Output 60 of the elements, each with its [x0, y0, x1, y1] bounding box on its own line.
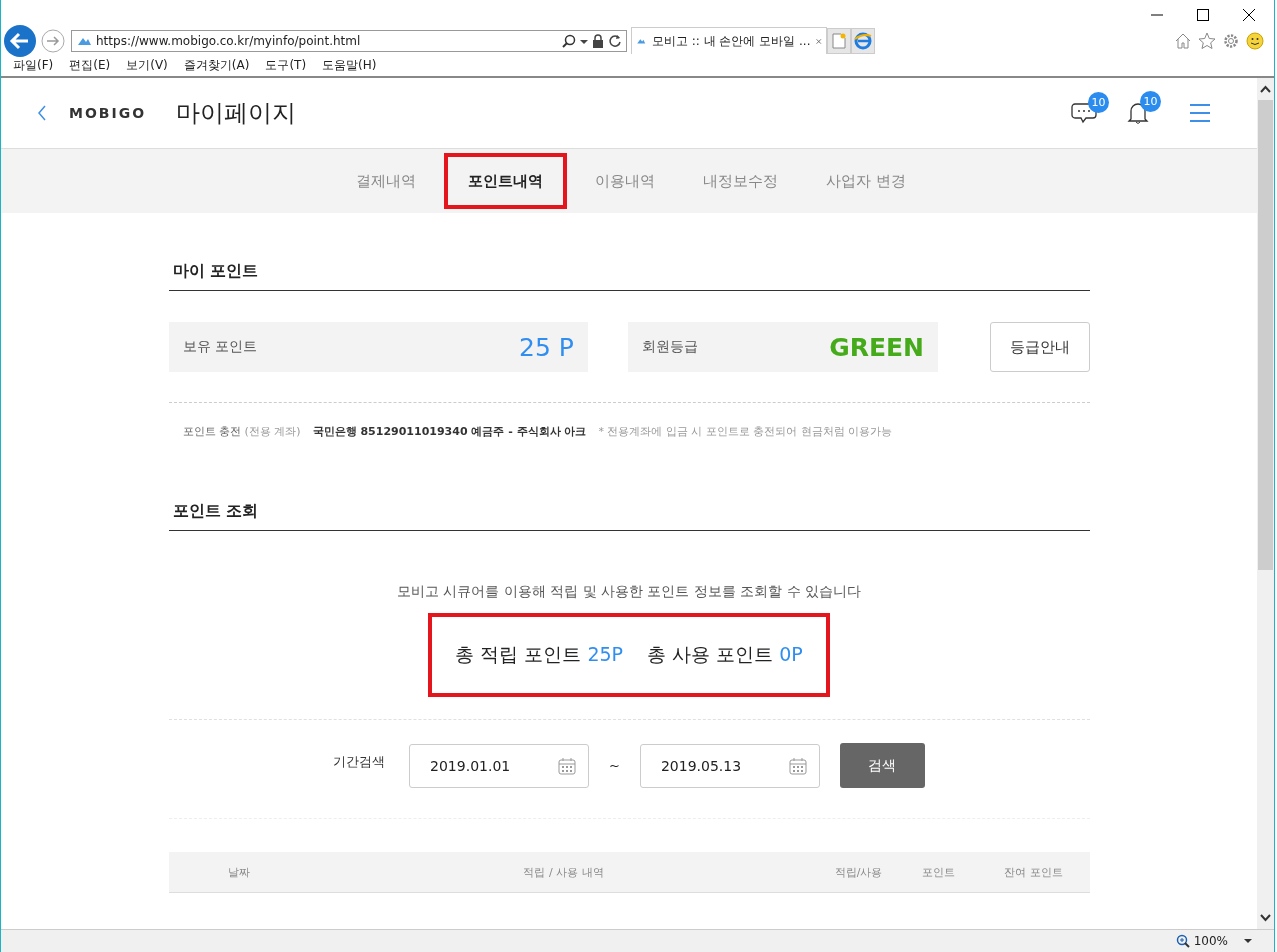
total-points: 총 사용 포인트 0P [647, 642, 803, 667]
calendar-icon [558, 756, 577, 775]
nav-tab[interactable]: 포인트내역 [444, 153, 568, 209]
notification-badge: 10 [1088, 92, 1109, 113]
calendar-icon [788, 756, 807, 775]
column-header: 잔여 포인트 [1003, 864, 1064, 880]
section-heading: 마이 포인트 [168, 213, 1090, 291]
lock-icon [592, 33, 604, 48]
account-info: 국민은행 85129011019340 예금주 - 주식회사 아크 [312, 424, 587, 439]
column-header: 포인트 [921, 864, 956, 880]
tab-title: 모비고 :: 내 손안에 모바일 ... [651, 32, 811, 50]
menu-item[interactable]: 도구(T) [257, 57, 315, 74]
settings-icon[interactable] [1222, 31, 1240, 50]
charge-label: 포인트 충전 (전용 계좌) [182, 424, 301, 439]
scrollbar[interactable] [1257, 78, 1274, 929]
dropdown-icon[interactable] [1244, 938, 1252, 944]
page-title: 마이페이지 [176, 98, 297, 129]
maximize-icon[interactable] [1196, 8, 1210, 22]
description-text: 모비고 시큐어를 이용해 적립 및 사용한 포인트 정보를 조회할 수 있습니다 [395, 583, 863, 601]
column-header: 적립/사용 [833, 864, 884, 880]
total-points: 총 적립 포인트 25P [455, 642, 624, 667]
menu-item[interactable]: 파일(F) [5, 57, 62, 74]
menu-item[interactable]: 보기(V) [118, 57, 176, 74]
column-header: 적립 / 사용 내역 [522, 864, 605, 880]
search-icon[interactable] [562, 33, 576, 48]
menu-item[interactable]: 도움말(H) [314, 57, 385, 74]
smiley-icon[interactable] [1246, 31, 1264, 50]
points-value: 25 P [519, 332, 574, 362]
edge-button[interactable] [851, 27, 875, 54]
search-button[interactable]: 검색 [839, 743, 925, 788]
browser-logo-icon [854, 31, 872, 50]
browser-tab[interactable]: 모비고 :: 내 손안에 모바일 ... [631, 27, 827, 54]
back-icon[interactable] [37, 105, 47, 121]
date-field[interactable]: 2019.05.13 [639, 743, 820, 788]
section-heading: 포인트 조회 [168, 439, 1090, 531]
zoom-level[interactable]: 100% [1193, 934, 1228, 948]
logo[interactable]: MOBIGO [69, 105, 147, 121]
menu-item[interactable]: 즐겨찾기(A) [175, 57, 258, 74]
url-text: https://www.mobigo.co.kr/myinfo/point.html [96, 33, 362, 48]
menu-icon[interactable] [1189, 103, 1211, 123]
notification-badge: 10 [1140, 91, 1161, 112]
date-field[interactable]: 2019.01.01 [409, 743, 590, 788]
star-icon[interactable] [1198, 31, 1216, 50]
menu-item[interactable]: 편집(E) [61, 57, 119, 74]
period-label: 기간검색 [333, 753, 386, 771]
address-bar[interactable]: https://www.mobigo.co.kr/myinfo/point.html [71, 29, 627, 52]
range-separator: ~ [609, 758, 620, 773]
home-icon[interactable] [1174, 31, 1192, 50]
scroll-thumb[interactable] [1258, 100, 1273, 570]
charge-note: * 전용계좌에 입금 시 포인트로 충전되어 현금처럼 이용가능 [598, 424, 893, 439]
close-icon[interactable] [1242, 8, 1256, 22]
card-label: 보유 포인트 [182, 338, 257, 356]
grade-info-button[interactable]: 등급안내 [990, 322, 1090, 372]
grade-value: GREEN [829, 332, 924, 362]
refresh-icon[interactable] [608, 33, 622, 48]
back-icon[interactable] [3, 23, 37, 58]
card-label: 회원등급 [641, 338, 698, 356]
column-header: 날짜 [226, 864, 251, 880]
page-icon [832, 32, 846, 49]
zoom-icon [1175, 934, 1190, 948]
